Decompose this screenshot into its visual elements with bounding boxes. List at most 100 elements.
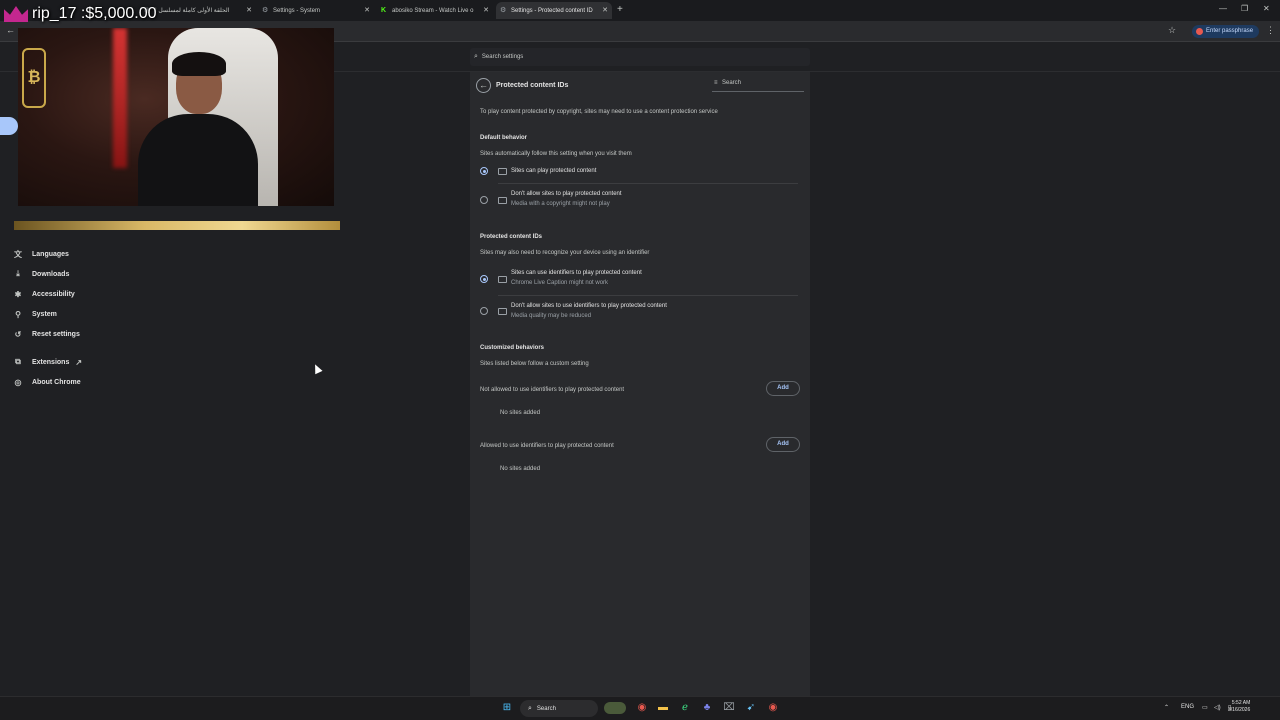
- menu-dots-icon[interactable]: ⋮: [1266, 25, 1275, 36]
- sidebar-item-accessibility[interactable]: ✱ Accessibility: [12, 287, 75, 301]
- sidebar-item-label: Downloads: [32, 270, 70, 278]
- no-sites-label: No sites added: [500, 410, 541, 416]
- filter-icon: ≡: [714, 80, 718, 86]
- tab-label: Settings - Protected content ID: [511, 7, 593, 14]
- close-tab-icon[interactable]: ✕: [602, 6, 608, 14]
- sidebar-item-label: System: [32, 310, 57, 318]
- search-icon: ⌕: [474, 53, 478, 60]
- accessibility-icon: ✱: [14, 289, 22, 299]
- media-icon: [498, 168, 507, 175]
- enter-passphrase-button[interactable]: Enter passphrase: [1192, 25, 1260, 38]
- tab-label: abosiko Stream - Watch Live o: [392, 7, 474, 14]
- divider: [498, 183, 798, 184]
- sidebar-item-reset-settings[interactable]: ↺ Reset settings: [12, 327, 80, 341]
- sidebar-item-languages[interactable]: 文 Languages: [12, 247, 69, 261]
- sidebar-item-downloads[interactable]: ⤓ Downloads: [12, 267, 69, 281]
- widgets-icon[interactable]: [604, 702, 626, 714]
- option-sublabel: Media quality may be reduced: [511, 313, 592, 319]
- radio-allow-protected[interactable]: [480, 167, 488, 175]
- page-title: Protected content IDs: [496, 82, 569, 89]
- allowed-label: Allowed to use identifiers to play prote…: [480, 443, 614, 449]
- radio-allow-identifiers[interactable]: [480, 275, 488, 283]
- sidebar-item-extensions[interactable]: ⧉ Extensions ↗: [12, 355, 82, 369]
- bitcoin-badge-icon: ₿: [22, 48, 46, 108]
- panel-search-input[interactable]: ≡ Search: [712, 80, 804, 92]
- protected-ids-sub: Sites may also need to recognize your de…: [480, 250, 650, 256]
- external-link-icon: ↗: [75, 357, 83, 367]
- tab-label: الحلقة الأولى كاملة لمسلسل ا: [155, 8, 230, 14]
- gear-icon: ⚙: [262, 7, 269, 14]
- network-icon[interactable]: ▭: [1202, 704, 1208, 711]
- close-window-icon[interactable]: ✕: [1263, 4, 1270, 13]
- close-tab-icon[interactable]: ✕: [246, 6, 252, 14]
- sidebar-item-label: About Chrome: [32, 378, 81, 386]
- file-explorer-icon[interactable]: ▬: [657, 702, 669, 714]
- puzzle-icon: ⧉: [15, 357, 21, 366]
- back-arrow-icon[interactable]: ←: [6, 25, 15, 35]
- volume-icon[interactable]: ◁): [1214, 704, 1221, 711]
- tab-kick-stream[interactable]: K abosiko Stream - Watch Live o ✕: [377, 2, 493, 19]
- taskbar-clock[interactable]: 5:52 AM 3/16/2026: [1228, 700, 1250, 714]
- sidebar-item-label: Reset settings: [32, 330, 80, 338]
- app-icon[interactable]: ⌧: [723, 702, 735, 714]
- tab-settings-protected-content[interactable]: ⚙ Settings - Protected content ID ✕: [496, 2, 612, 19]
- add-allowed-button[interactable]: Add: [766, 437, 800, 452]
- option-sublabel: Chrome Live Caption might not work: [511, 280, 609, 286]
- reset-icon: ↺: [14, 329, 22, 339]
- donation-alert: rip_17 :$5,000.00: [4, 2, 157, 26]
- streamer-headphones: [172, 52, 226, 76]
- steam-icon[interactable]: ➹: [745, 702, 757, 714]
- sidebar-item-about-chrome[interactable]: ◎ About Chrome: [12, 375, 81, 389]
- tray-chevron-icon[interactable]: ⌃: [1164, 704, 1169, 711]
- back-button[interactable]: ←: [476, 78, 491, 93]
- translate-icon: 文: [14, 249, 22, 259]
- not-allowed-label: Not allowed to use identifiers to play p…: [480, 387, 625, 393]
- tab-label: Settings - System: [273, 7, 321, 14]
- overlay-gold-bar: [14, 221, 340, 230]
- profile-avatar-icon: [1196, 28, 1203, 35]
- language-indicator[interactable]: ENG: [1181, 704, 1194, 710]
- close-tab-icon[interactable]: ✕: [364, 6, 370, 14]
- streamer: [138, 48, 258, 206]
- radio-block-protected[interactable]: [480, 196, 488, 204]
- protected-content-panel: ← Protected content IDs ≡ Search To play…: [470, 72, 810, 696]
- sidebar-item-system[interactable]: ⚲ System: [12, 307, 57, 321]
- gear-icon: ⚙: [500, 7, 507, 14]
- webcam-overlay: ₿: [18, 28, 334, 206]
- no-sites-label: No sites added: [500, 466, 541, 472]
- chrome-taskbar-icon[interactable]: ◉: [636, 702, 648, 714]
- bookmark-star-icon[interactable]: ☆: [1168, 25, 1176, 36]
- media-off-icon: [498, 197, 507, 204]
- chrome-icon: ◎: [14, 377, 22, 387]
- new-tab-button[interactable]: +: [617, 4, 623, 15]
- windows-start-icon[interactable]: ⊞: [501, 702, 513, 714]
- option-label: Sites can play protected content: [511, 168, 597, 174]
- maximize-icon[interactable]: ❐: [1241, 4, 1248, 13]
- mouse-cursor: [311, 362, 323, 375]
- customized-heading: Customized behaviors: [480, 345, 545, 351]
- search-icon: ⌕: [528, 704, 532, 712]
- customized-sub: Sites listed below follow a custom setti…: [480, 361, 589, 367]
- windows-taskbar: ⊞ ⌕ Search ◉ ▬ ℯ ♣ ⌧ ➹ ◉ ⌃ ENG ▭ ◁) ▯ 5:…: [0, 696, 1280, 720]
- tab-settings-system[interactable]: ⚙ Settings - System ✕: [258, 2, 374, 19]
- option-label: Don't allow sites to use identifiers to …: [511, 303, 667, 309]
- add-not-allowed-button[interactable]: Add: [766, 381, 800, 396]
- minimize-icon[interactable]: —: [1219, 4, 1227, 13]
- intro-text: To play content protected by copyright, …: [480, 109, 718, 115]
- sidebar-item-label: Languages: [32, 250, 69, 258]
- close-tab-icon[interactable]: ✕: [483, 6, 489, 14]
- radio-block-identifiers[interactable]: [480, 307, 488, 315]
- edge-icon[interactable]: ℯ: [679, 702, 691, 714]
- option-label: Sites can use identifiers to play protec…: [511, 270, 642, 276]
- protected-ids-heading: Protected content IDs: [480, 234, 543, 240]
- tab-strip: ◉ الحلقة الأولى كاملة لمسلسل ا ✕ ⚙ Setti…: [0, 0, 1280, 21]
- option-label: Don't allow sites to play protected cont…: [511, 191, 622, 197]
- settings-search-input[interactable]: ⌕ Search settings: [470, 48, 810, 66]
- teams-icon[interactable]: ♣: [701, 702, 713, 714]
- crown-icon: [4, 6, 28, 22]
- download-icon: ⤓: [16, 269, 20, 278]
- tab-arabic-video[interactable]: ◉ الحلقة الأولى كاملة لمسلسل ا ✕: [140, 2, 256, 19]
- default-behavior-heading: Default behavior: [480, 135, 528, 141]
- chrome-active-icon[interactable]: ◉: [767, 702, 779, 714]
- taskbar-search[interactable]: ⌕ Search: [520, 700, 598, 717]
